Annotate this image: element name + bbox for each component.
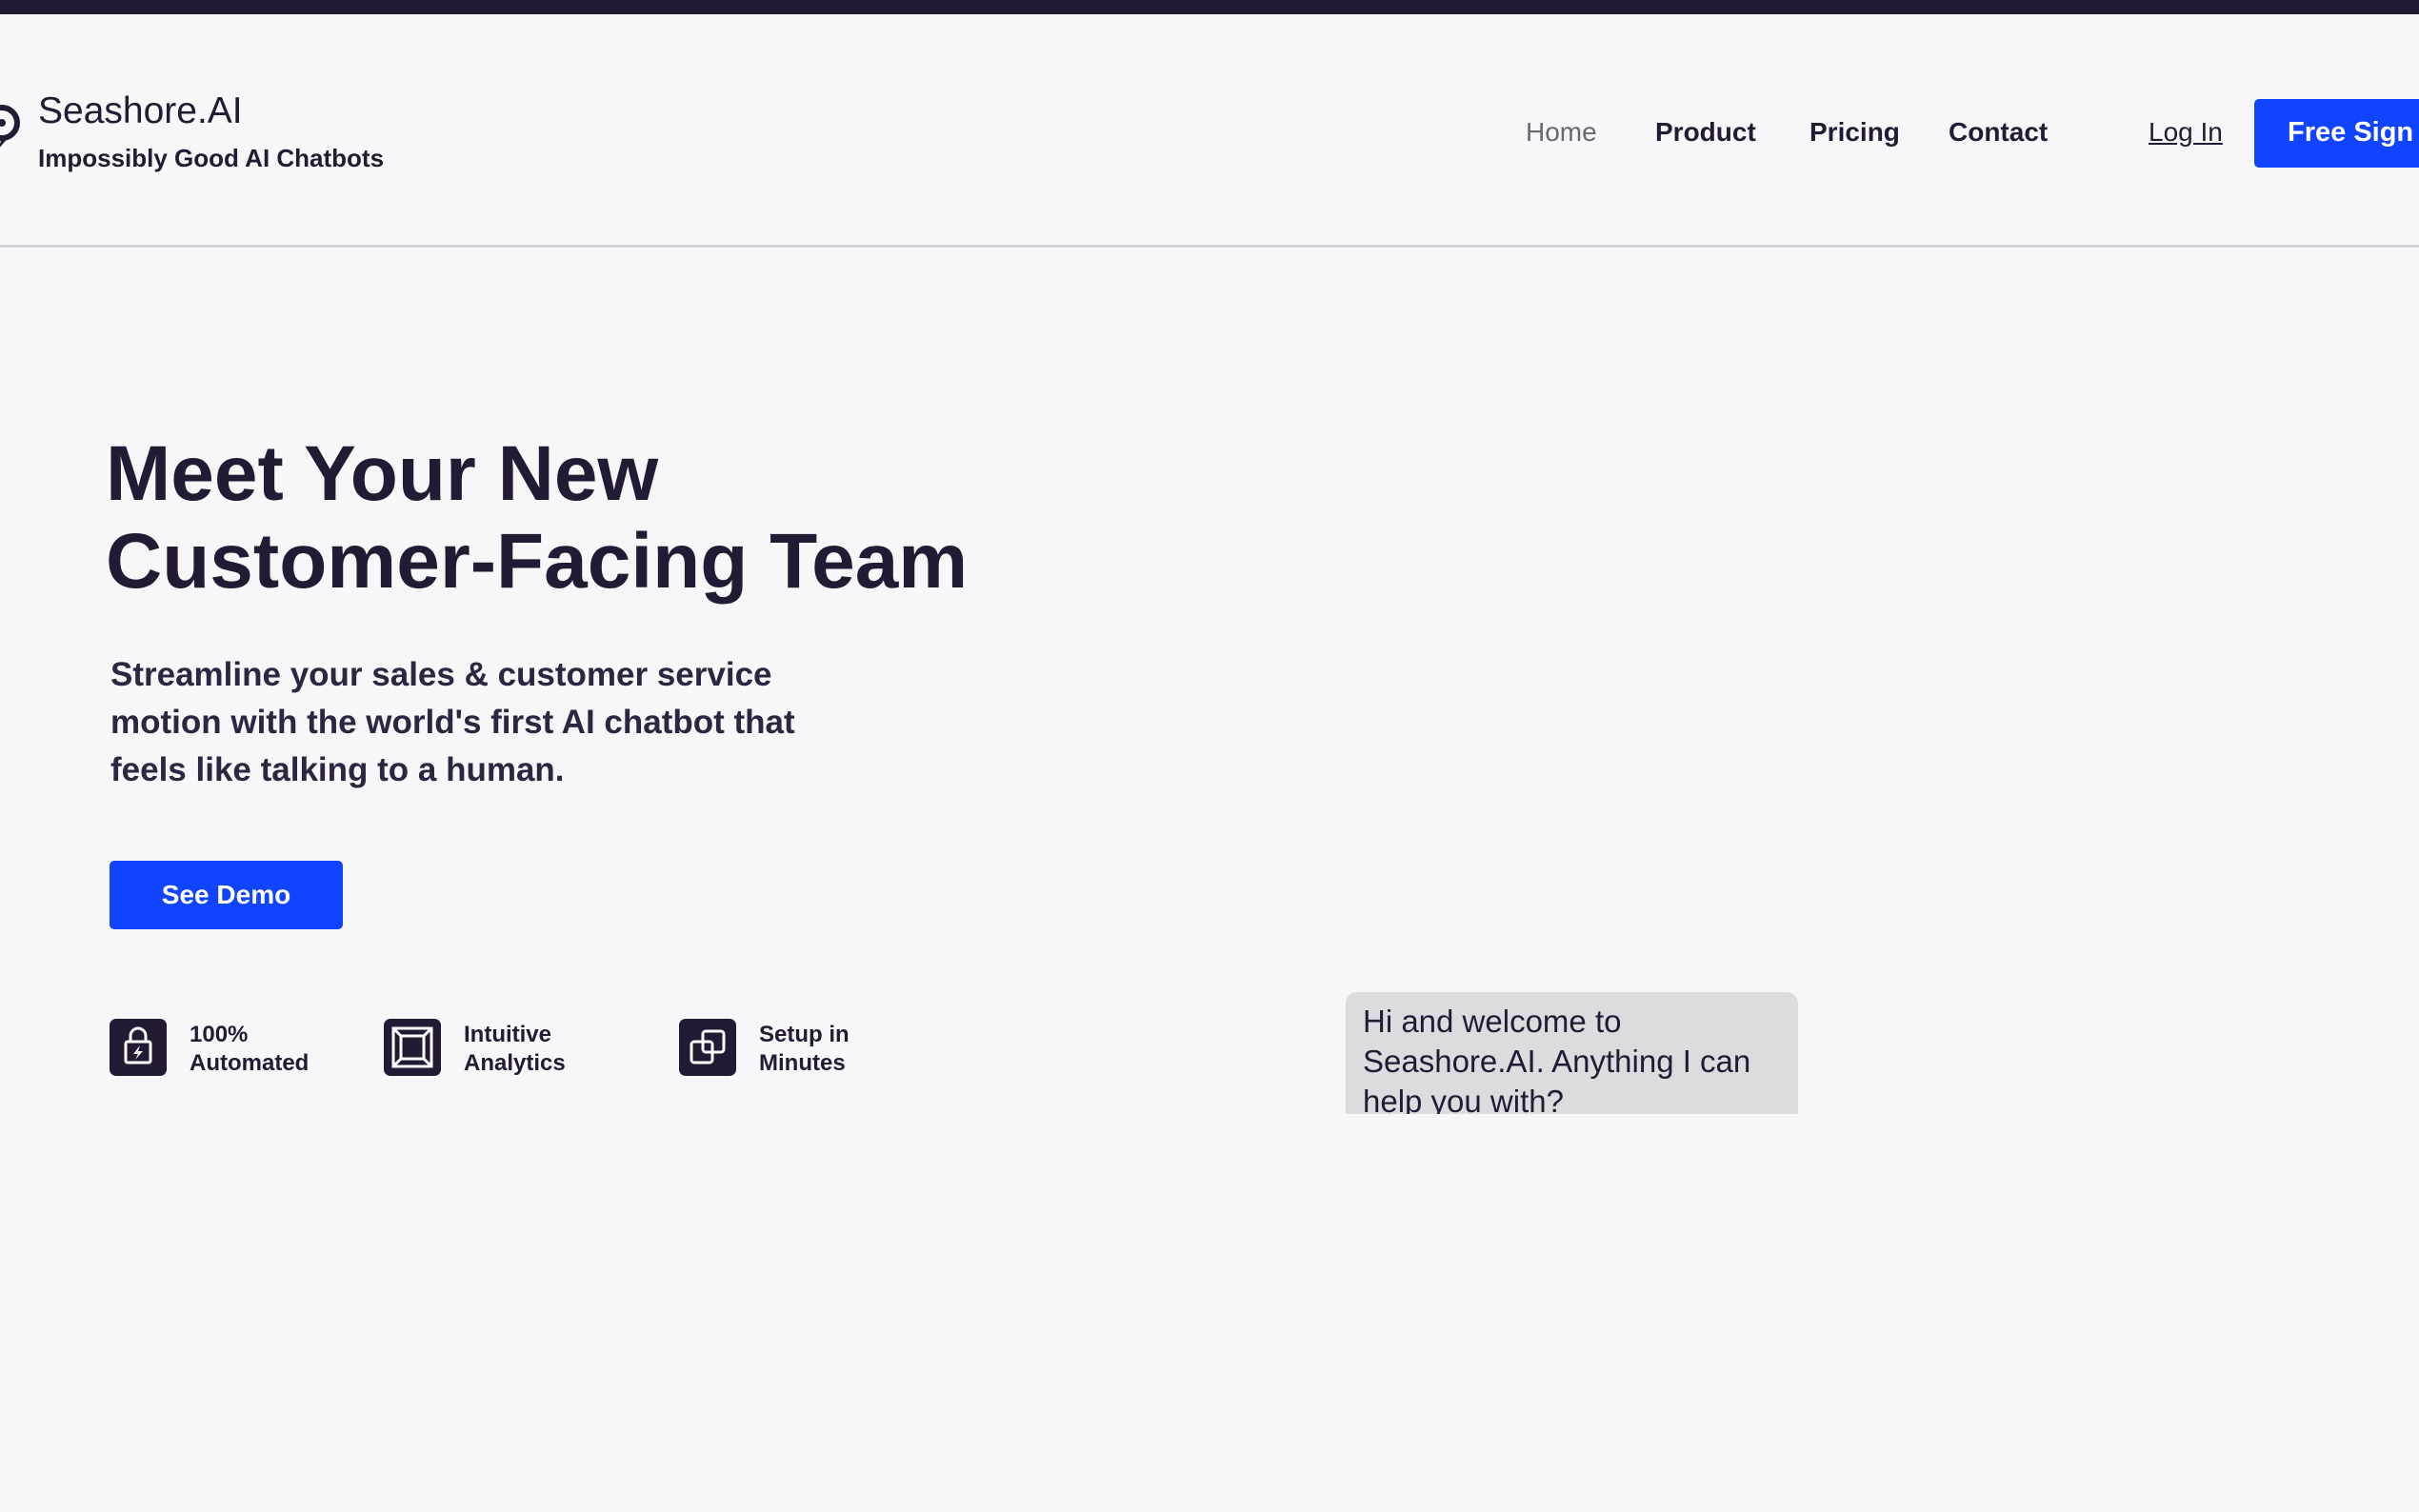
- see-demo-button[interactable]: See Demo: [110, 861, 343, 929]
- feature-label-line-1: Intuitive: [464, 1022, 552, 1047]
- lock-bolt-icon: [110, 1019, 167, 1076]
- hero-title-line-1: Meet Your New: [106, 430, 659, 517]
- feature-label: 100% Automated: [190, 1021, 361, 1078]
- site-header: Seashore.AI Impossibly Good AI Chatbots …: [0, 14, 2419, 248]
- frame-icon: [384, 1019, 441, 1076]
- brand-tagline: Impossibly Good AI Chatbots: [38, 144, 385, 172]
- hero-title-line-2: Customer-Facing Team: [106, 518, 969, 605]
- free-signup-button[interactable]: Free Sign: [2254, 99, 2419, 168]
- feature-label-line-2: Minutes: [759, 1050, 846, 1076]
- chat-bubble[interactable]: Hi and welcome to Seashore.AI. Anything …: [1346, 992, 1798, 1114]
- hero-title: Meet Your New Customer-Facing Team: [106, 430, 968, 606]
- feature-label-line-1: 100%: [190, 1022, 249, 1047]
- top-bar: [0, 0, 2419, 14]
- feature-label-line-1: Setup in: [759, 1022, 850, 1047]
- nav-product[interactable]: Product: [1655, 117, 1756, 148]
- chat-message: Hi and welcome to Seashore.AI. Anything …: [1363, 1004, 1751, 1114]
- feature-label-line-2: Analytics: [464, 1050, 566, 1076]
- login-link[interactable]: Log In: [2149, 117, 2223, 148]
- feature-label: Setup in Minutes: [759, 1021, 930, 1078]
- nav-contact[interactable]: Contact: [1949, 117, 2048, 148]
- feature-label-line-2: Automated: [190, 1050, 310, 1076]
- chat-logo-icon[interactable]: [0, 102, 21, 151]
- nav-home[interactable]: Home: [1526, 117, 1597, 148]
- feature-label: Intuitive Analytics: [464, 1021, 635, 1078]
- nav-pricing[interactable]: Pricing: [1809, 117, 1900, 148]
- brand-name[interactable]: Seashore.AI: [38, 90, 243, 132]
- overlap-squares-icon: [679, 1019, 736, 1076]
- hero-subtitle: Streamline your sales & customer service…: [110, 656, 795, 788]
